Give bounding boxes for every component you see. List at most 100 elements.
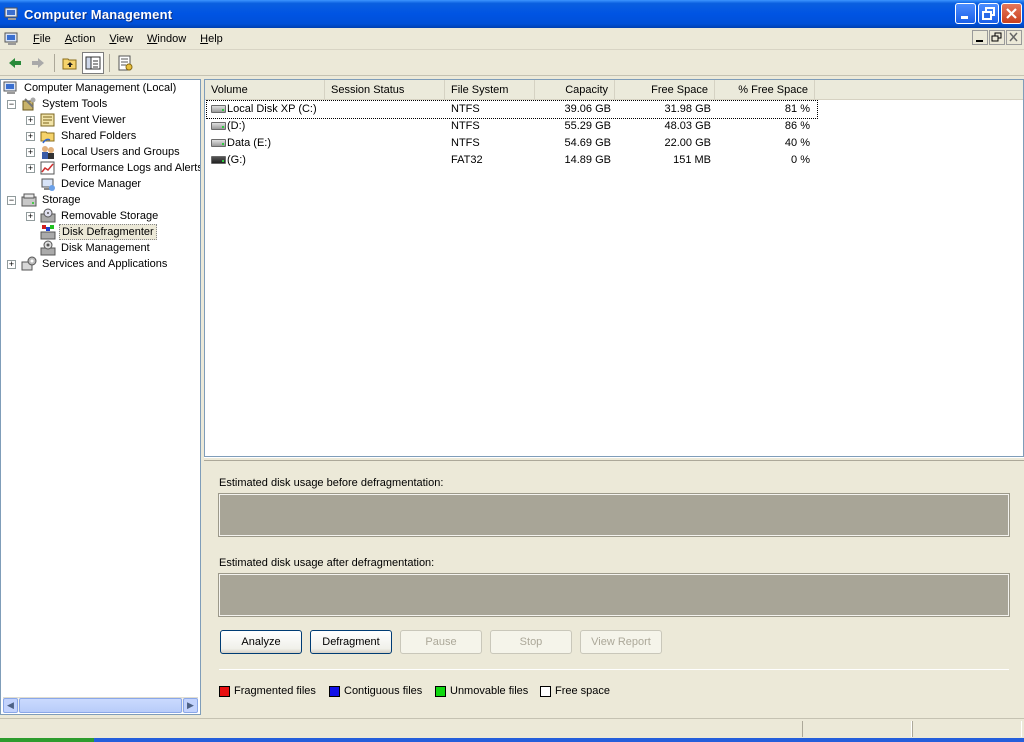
hard-drive-icon: [211, 105, 226, 113]
system-menu-icon[interactable]: [4, 31, 20, 47]
after-defrag-display: [218, 573, 1010, 617]
computer-icon: [3, 80, 19, 96]
expander-removable-storage[interactable]: +: [26, 212, 35, 221]
tree-item-storage[interactable]: Storage: [21, 192, 83, 208]
tree-item-disk-management[interactable]: Disk Management: [40, 240, 152, 256]
show-hide-tree-button[interactable]: [82, 51, 104, 74]
free-space-swatch: [540, 685, 551, 697]
shared-folder-icon: [40, 128, 56, 144]
status-bar: [0, 718, 1024, 738]
mdi-minimize-button[interactable]: [972, 30, 988, 45]
column-header-pct-free-space[interactable]: % Free Space: [715, 80, 815, 100]
forward-arrow-icon: [32, 57, 44, 68]
unmovable-swatch: [435, 685, 446, 697]
menu-view[interactable]: View: [102, 31, 140, 47]
hard-drive-icon: [211, 139, 226, 147]
up-one-level-button[interactable]: [59, 52, 81, 74]
fragmented-swatch: [219, 685, 230, 697]
mdi-restore-button[interactable]: [989, 30, 1005, 45]
performance-logs-icon: [40, 160, 56, 176]
close-button[interactable]: [1001, 3, 1022, 24]
minimize-button[interactable]: [955, 3, 976, 24]
forward-button[interactable]: [27, 52, 49, 74]
restore-button[interactable]: [978, 3, 999, 24]
menu-action[interactable]: Action: [58, 31, 103, 47]
pause-button[interactable]: Pause: [400, 630, 482, 654]
column-header-capacity[interactable]: Capacity: [535, 80, 615, 100]
menu-window[interactable]: Window: [140, 31, 193, 47]
window-title: Computer Management: [24, 6, 173, 22]
mdi-close-button[interactable]: [1006, 30, 1022, 45]
column-header-volume[interactable]: Volume: [205, 80, 325, 100]
legend-fragmented: Fragmented files: [219, 685, 316, 697]
services-applications-icon: [21, 256, 37, 272]
tree-item-removable-storage[interactable]: Removable Storage: [40, 208, 160, 224]
table-row[interactable]: Data (E:) NTFS 54.69 GB 22.00 GB 40 %: [207, 135, 817, 152]
after-defrag-label: Estimated disk usage after defragmentati…: [219, 557, 435, 569]
menu-help[interactable]: Help: [193, 31, 230, 47]
column-header-free-space[interactable]: Free Space: [615, 80, 715, 100]
title-bar: Computer Management: [0, 0, 1024, 28]
volume-list[interactable]: Volume Session Status File System Capaci…: [204, 79, 1024, 457]
tree-item-local-users[interactable]: Local Users and Groups: [40, 144, 182, 160]
tree-item-shared-folders[interactable]: Shared Folders: [40, 128, 138, 144]
scroll-thumb[interactable]: [19, 698, 182, 713]
properties-icon: [118, 55, 133, 70]
expander-system-tools[interactable]: −: [7, 100, 16, 109]
menu-file[interactable]: File: [26, 31, 58, 47]
list-header: Volume Session Status File System Capaci…: [205, 80, 1023, 100]
console-tree[interactable]: Computer Management (Local) − System Too…: [0, 79, 201, 715]
analyze-button[interactable]: Analyze: [220, 630, 302, 654]
status-pane: [802, 721, 912, 737]
users-icon: [40, 144, 56, 160]
disk-defragmenter-icon: [40, 224, 56, 240]
storage-icon: [21, 192, 37, 208]
tree-horizontal-scrollbar[interactable]: ◀ ▶: [3, 697, 198, 713]
toolbar-separator: [54, 53, 55, 72]
divider: [219, 669, 1009, 670]
scroll-right-arrow[interactable]: ▶: [183, 698, 198, 713]
before-defrag-label: Estimated disk usage before defragmentat…: [219, 477, 444, 489]
properties-button[interactable]: [114, 52, 136, 74]
before-defrag-display: [218, 493, 1010, 537]
table-row[interactable]: (G:) FAT32 14.89 GB 151 MB 0 %: [207, 152, 817, 169]
tree-item-disk-defragmenter[interactable]: Disk Defragmenter: [40, 224, 157, 240]
console-tree-icon: [85, 56, 101, 69]
tree-item-device-manager[interactable]: Device Manager: [40, 176, 143, 192]
system-tools-icon: [21, 96, 37, 112]
disk-management-icon: [40, 240, 56, 256]
back-arrow-icon: [9, 57, 21, 68]
column-header-session-status[interactable]: Session Status: [325, 80, 445, 100]
taskbar-edge: [0, 738, 1024, 742]
back-button[interactable]: [4, 52, 26, 74]
column-header-file-system[interactable]: File System: [445, 80, 535, 100]
expander-services-apps[interactable]: +: [7, 260, 16, 269]
legend-free-space: Free space: [540, 685, 610, 697]
removable-storage-icon: [40, 208, 56, 224]
scroll-left-arrow[interactable]: ◀: [3, 698, 18, 713]
expander-performance-logs[interactable]: +: [26, 164, 35, 173]
toolbar-separator: [109, 53, 110, 72]
expander-shared-folders[interactable]: +: [26, 132, 35, 141]
event-viewer-icon: [40, 112, 56, 128]
stop-button[interactable]: Stop: [490, 630, 572, 654]
tree-item-performance-logs[interactable]: Performance Logs and Alerts: [40, 160, 200, 176]
tree-item-services-apps[interactable]: Services and Applications: [21, 256, 169, 272]
table-row[interactable]: Local Disk XP (C:) NTFS 39.06 GB 31.98 G…: [206, 100, 818, 119]
device-manager-icon: [40, 176, 56, 192]
expander-local-users[interactable]: +: [26, 148, 35, 157]
defragment-button[interactable]: Defragment: [310, 630, 392, 654]
legend-contiguous: Contiguous files: [329, 685, 422, 697]
view-report-button[interactable]: View Report: [580, 630, 662, 654]
expander-event-viewer[interactable]: +: [26, 116, 35, 125]
tree-item-computer-management[interactable]: Computer Management (Local): [3, 80, 178, 96]
legend-unmovable: Unmovable files: [435, 685, 528, 697]
table-row[interactable]: (D:) NTFS 55.29 GB 48.03 GB 86 %: [207, 118, 817, 135]
tree-item-event-viewer[interactable]: Event Viewer: [40, 112, 128, 128]
status-pane: [912, 721, 1022, 737]
removable-drive-icon: [211, 156, 226, 164]
folder-up-icon: [62, 58, 77, 69]
menu-bar: File Action View Window Help: [0, 28, 1024, 50]
expander-storage[interactable]: −: [7, 196, 16, 205]
tree-item-system-tools[interactable]: System Tools: [21, 96, 109, 112]
